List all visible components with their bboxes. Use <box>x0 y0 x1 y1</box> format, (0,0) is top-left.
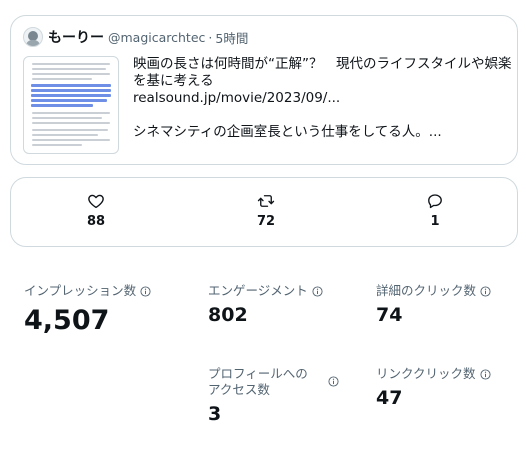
tweet-thumbnail-image[interactable] <box>23 56 119 154</box>
author-name[interactable]: もーりー <box>48 27 104 47</box>
retweet-button[interactable]: 72 <box>236 192 296 229</box>
tweet-time[interactable]: 5時間 <box>215 28 248 47</box>
link-clicks-value: 47 <box>376 387 403 409</box>
engagements-label: エンゲージメント <box>208 283 308 298</box>
profile-visits-label: プロフィールへのアクセス数 <box>208 366 308 397</box>
info-icon[interactable] <box>479 369 491 380</box>
heart-icon <box>88 194 104 209</box>
stat-engagements: エンゲージメント 802 <box>208 283 323 326</box>
link-clicks-label: リンククリック数 <box>376 366 476 381</box>
reply-button[interactable]: 1 <box>405 192 465 229</box>
info-icon[interactable] <box>328 376 339 387</box>
tweet-header: もーりー @magicarchtec · 5時間 <box>23 26 248 48</box>
retweet-count: 72 <box>256 214 276 229</box>
reply-icon <box>428 194 442 209</box>
tweet-text[interactable]: 映画の長さは何時間が“正解”？ 現代のライフスタイルや娯楽 を基に考える rea… <box>133 56 515 141</box>
info-icon[interactable] <box>140 286 151 297</box>
stat-detail-clicks: 詳細のクリック数 74 <box>376 283 491 326</box>
meta-separator: · <box>208 29 213 45</box>
reply-count: 1 <box>430 214 440 229</box>
impressions-value: 4,507 <box>24 305 110 336</box>
engagement-card: 88 72 1 <box>10 177 518 247</box>
retweet-icon <box>257 195 275 207</box>
detail-clicks-label: 詳細のクリック数 <box>376 283 477 298</box>
engagements-value: 802 <box>208 304 248 326</box>
detail-clicks-value: 74 <box>376 304 403 326</box>
tweet-card[interactable]: もーりー @magicarchtec · 5時間 映画の長さは何時間が“正解”？… <box>10 15 518 165</box>
stat-impressions: インプレッション数 4,507 <box>24 283 151 336</box>
avatar[interactable] <box>23 27 43 47</box>
info-icon[interactable] <box>480 286 491 297</box>
tweet-title-line-1: 映画の長さは何時間が“正解”？ 現代のライフスタイルや娯楽 <box>133 56 512 72</box>
tweet-snippet: シネマシティの企画室長という仕事をしてる人。... <box>133 124 442 140</box>
tweet-link[interactable]: realsound.jp/movie/2023/09/... <box>133 90 515 107</box>
impressions-label: インプレッション数 <box>24 283 137 298</box>
stat-profile-visits: プロフィールへのアクセス数 3 <box>208 366 339 425</box>
like-button[interactable]: 88 <box>66 192 126 229</box>
like-count: 88 <box>86 214 106 229</box>
tweet-title-line-2: を基に考える <box>133 73 214 89</box>
info-icon[interactable] <box>312 286 323 297</box>
stat-link-clicks: リンククリック数 47 <box>376 366 491 409</box>
author-handle[interactable]: @magicarchtec <box>108 30 205 45</box>
profile-visits-value: 3 <box>208 403 222 425</box>
